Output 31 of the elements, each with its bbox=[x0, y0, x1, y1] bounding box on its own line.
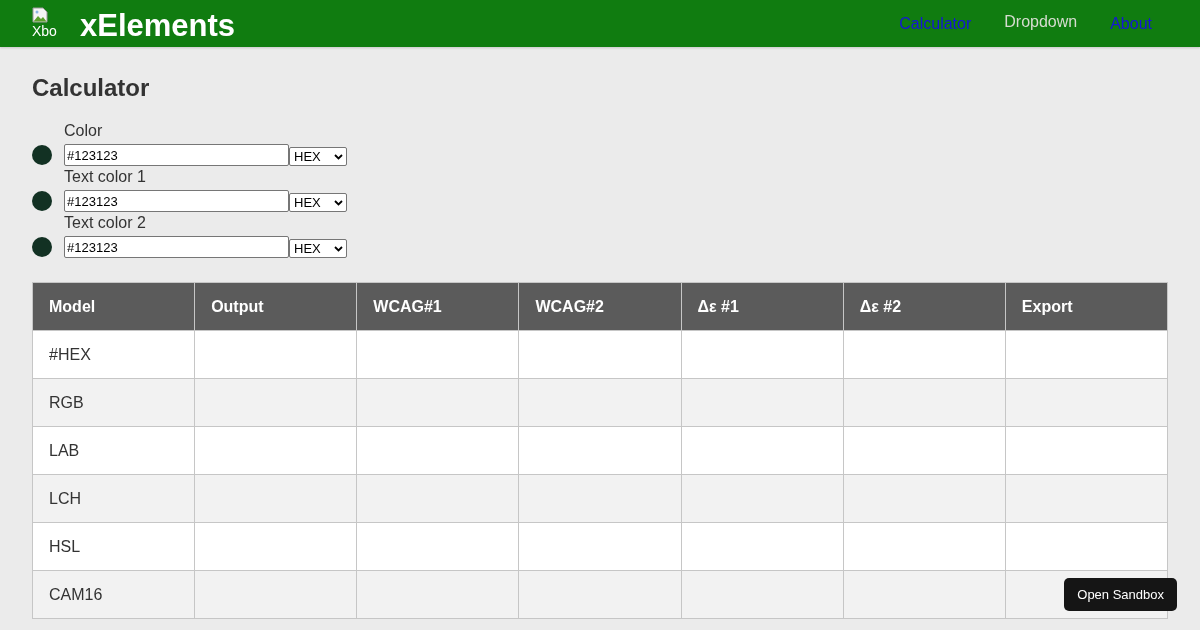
chevron-down-icon bbox=[334, 153, 343, 160]
table-cell: CAM16 bbox=[32, 570, 195, 619]
logo-alt-text: Xbo bbox=[32, 22, 57, 39]
chevron-down-icon bbox=[334, 199, 343, 206]
site-title: xElements bbox=[80, 7, 236, 44]
column-header: Model bbox=[32, 282, 195, 331]
table-cell: LCH bbox=[32, 474, 195, 523]
color-input-field[interactable]: #123123 bbox=[64, 190, 289, 212]
page-title: Calculator bbox=[32, 74, 151, 102]
color-input-field[interactable]: #123123 bbox=[64, 236, 289, 258]
format-select[interactable]: HEX bbox=[289, 239, 347, 258]
table-cell: LAB bbox=[32, 426, 195, 475]
field-label: Text color 1 bbox=[64, 168, 146, 186]
column-header: Δε #2 bbox=[843, 282, 1006, 331]
nav-dropdown[interactable]: Dropdown bbox=[1004, 13, 1078, 31]
table-cell: HSL bbox=[32, 522, 195, 571]
field-label: Text color 2 bbox=[64, 214, 146, 232]
color-input-field[interactable]: #123123 bbox=[64, 144, 289, 166]
format-select[interactable]: HEX bbox=[289, 147, 347, 166]
column-header: WCAG#1 bbox=[356, 282, 519, 331]
table-cell: #HEX bbox=[32, 330, 195, 379]
format-select[interactable]: HEX bbox=[289, 193, 347, 212]
column-header: Δε #1 bbox=[681, 282, 844, 331]
column-header: Export bbox=[1005, 282, 1168, 331]
field-label: Color bbox=[64, 122, 103, 140]
column-header: WCAG#2 bbox=[518, 282, 682, 331]
column-header: Output bbox=[194, 282, 357, 331]
table-cell: RGB bbox=[32, 378, 195, 427]
broken-image-icon bbox=[32, 6, 48, 23]
open-sandbox-button[interactable]: Open Sandbox bbox=[1064, 578, 1177, 611]
chevron-down-icon bbox=[334, 245, 343, 252]
